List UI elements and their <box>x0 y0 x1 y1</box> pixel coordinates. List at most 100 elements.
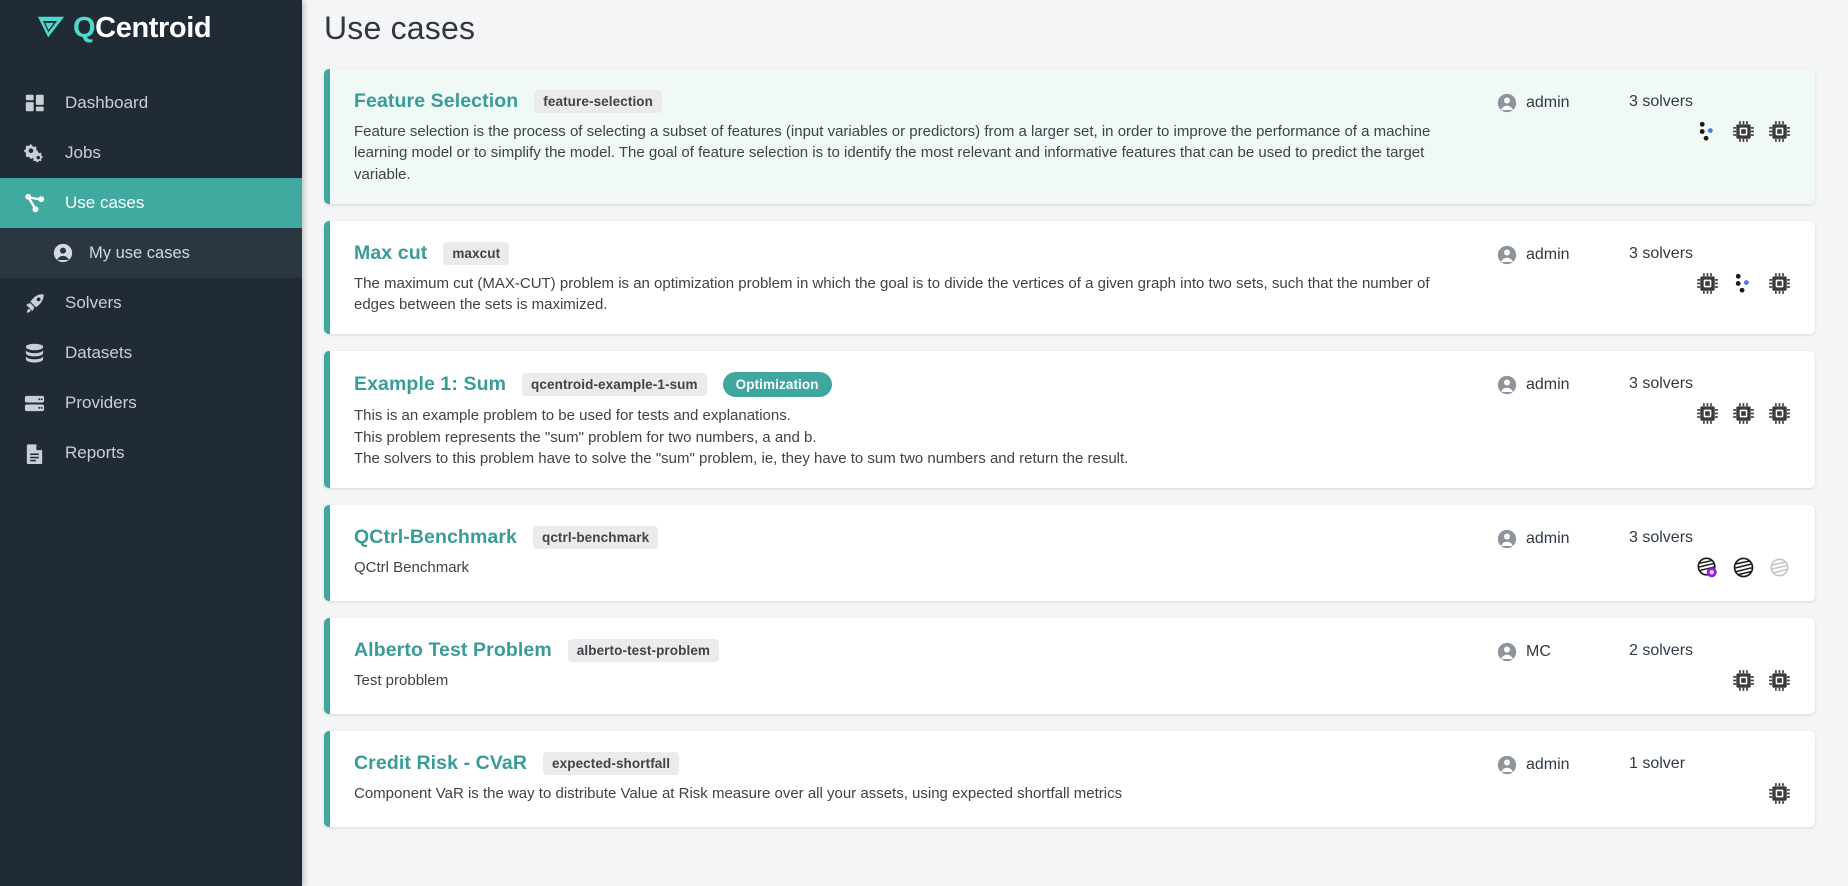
sidebar-item-jobs[interactable]: Jobs <box>0 128 302 178</box>
use-case-card[interactable]: Alberto Test Problem alberto-test-problem… <box>324 618 1815 715</box>
use-case-description: QCtrl Benchmark <box>354 557 1459 578</box>
sidebar-nav: Dashboard Jobs Use cases My use cases So… <box>0 78 302 478</box>
cpu-chip-icon[interactable] <box>1768 272 1791 295</box>
use-case-description-line: Test probblem <box>354 672 449 690</box>
use-case-body: Alberto Test Problem alberto-test-problem… <box>354 639 1497 695</box>
database-icon <box>22 341 47 366</box>
user-circle-icon <box>50 241 75 266</box>
use-case-solvers: 3 solvers <box>1629 528 1797 582</box>
solver-icon-row <box>1629 556 1797 579</box>
use-case-meta: admin 1 solver <box>1497 752 1797 808</box>
cpu-chip-icon[interactable] <box>1768 120 1791 143</box>
sidebar-item-label: Jobs <box>65 143 101 162</box>
use-case-owner-name: admin <box>1526 94 1570 111</box>
use-case-description: The maximum cut (MAX-CUT) problem is an … <box>354 273 1459 316</box>
use-case-solvers: 3 solvers <box>1629 374 1797 469</box>
use-case-type-badge: Optimization <box>722 372 832 398</box>
cpu-chip-icon[interactable] <box>1732 120 1755 143</box>
brand-name-rest: Centroid <box>95 11 212 44</box>
app-root: QCentroid Dashboard Jobs Use cases My us… <box>0 0 1848 886</box>
use-case-header: Example 1: Sum qcentroid-example-1-sum Opt… <box>354 372 1481 398</box>
use-case-title[interactable]: Max cut <box>354 242 427 265</box>
cpu-chip-icon[interactable] <box>1768 402 1791 425</box>
use-case-slug-badge: maxcut <box>443 241 510 265</box>
use-case-card[interactable]: Example 1: Sum qcentroid-example-1-sum Opt… <box>324 351 1815 489</box>
page-title: Use cases <box>324 10 476 46</box>
use-case-card[interactable]: Max cut maxcut The maximum cut (MAX-CUT) p… <box>324 220 1815 335</box>
sidebar-item-use-cases[interactable]: Use cases <box>0 178 302 228</box>
cpu-chip-icon[interactable] <box>1732 669 1755 692</box>
avatar-icon <box>1497 529 1517 549</box>
use-case-title[interactable]: QCtrl-Benchmark <box>354 526 517 549</box>
use-case-title[interactable]: Credit Risk - CVaR <box>354 752 527 775</box>
sidebar-item-dashboard[interactable]: Dashboard <box>0 78 302 128</box>
solver-icon-row <box>1629 669 1797 692</box>
sidebar-item-label: My use cases <box>89 243 190 262</box>
solver-count-label: 1 solver <box>1629 755 1686 773</box>
use-case-slug-badge: qctrl-benchmark <box>532 526 659 550</box>
document-icon <box>22 441 47 466</box>
cpu-chip-icon[interactable] <box>1768 669 1791 692</box>
use-case-owner-name: admin <box>1526 245 1570 263</box>
use-case-body: Example 1: Sum qcentroid-example-1-sum Opt… <box>354 372 1497 469</box>
use-case-meta: admin 3 solvers <box>1497 372 1797 469</box>
sidebar-item-reports[interactable]: Reports <box>0 428 302 478</box>
cpu-chip-icon[interactable] <box>1768 782 1791 805</box>
sidebar-item-label: Providers <box>65 393 137 412</box>
use-case-description-line: The solvers to this problem have to solv… <box>354 450 1129 468</box>
use-case-header: Credit Risk - CVaR expected-shortfall <box>354 752 1481 776</box>
solver-count-label: 2 solvers <box>1629 642 1694 660</box>
cpu-chip-icon[interactable] <box>1732 402 1755 425</box>
use-case-solvers: 1 solver <box>1629 754 1797 808</box>
server-icon <box>22 391 47 416</box>
brand-logo[interactable]: QCentroid <box>0 0 302 56</box>
cpu-chip-icon[interactable] <box>1696 402 1719 425</box>
use-case-header: Max cut maxcut <box>354 241 1481 265</box>
dwave-dots-icon[interactable] <box>1696 120 1719 143</box>
use-case-title[interactable]: Example 1: Sum <box>354 373 506 396</box>
use-case-slug-badge: expected-shortfall <box>543 752 680 776</box>
ibm-globe-muted-icon[interactable] <box>1768 556 1791 579</box>
use-case-title[interactable]: Alberto Test Problem <box>354 639 552 662</box>
solver-count-label: 3 solvers <box>1629 244 1694 262</box>
solver-icon-row <box>1629 120 1797 143</box>
solver-icon-row <box>1629 782 1797 805</box>
sidebar-item-my-use-cases[interactable]: My use cases <box>0 228 302 278</box>
sidebar-item-solvers[interactable]: Solvers <box>0 278 302 328</box>
use-case-owner: admin <box>1497 754 1629 808</box>
grid-icon <box>22 91 47 116</box>
cpu-chip-icon[interactable] <box>1696 272 1719 295</box>
use-case-description: Component VaR is the way to distribute V… <box>354 783 1459 804</box>
brand-name: QCentroid <box>73 11 212 44</box>
solver-icon-row <box>1629 272 1797 295</box>
avatar-icon <box>1497 642 1517 662</box>
ibm-globe-icon[interactable] <box>1732 556 1755 579</box>
share-nodes-icon <box>22 191 47 216</box>
rocket-icon <box>22 291 47 316</box>
dwave-dots-icon[interactable] <box>1732 272 1755 295</box>
use-case-description-line: Component VaR is the way to distribute V… <box>354 785 1123 803</box>
use-case-slug-badge: feature-selection <box>534 90 662 113</box>
gears-icon <box>22 141 47 166</box>
avatar-icon <box>1497 93 1517 113</box>
use-case-owner: admin <box>1497 244 1629 316</box>
use-case-title[interactable]: Feature Selection <box>354 90 518 113</box>
use-case-owner-name: admin <box>1526 376 1570 394</box>
use-case-card[interactable]: QCtrl-Benchmark qctrl-benchmark QCtrl Benc… <box>324 505 1815 602</box>
sidebar-item-datasets[interactable]: Datasets <box>0 328 302 378</box>
use-case-owner-name: MC <box>1526 643 1551 661</box>
use-case-card[interactable]: Credit Risk - CVaR expected-shortfall Comp… <box>324 731 1815 828</box>
ibm-globe-active-icon[interactable] <box>1696 556 1719 579</box>
use-case-solvers: 2 solvers <box>1629 641 1797 695</box>
avatar-icon <box>1497 245 1517 265</box>
use-case-solvers: 3 solvers <box>1629 244 1797 316</box>
use-case-owner: admin <box>1497 92 1629 185</box>
use-case-description: Feature selection is the process of sele… <box>354 121 1459 185</box>
sidebar-item-providers[interactable]: Providers <box>0 378 302 428</box>
use-case-description: Test probblem <box>354 670 1459 691</box>
use-case-slug-badge: qcentroid-example-1-sum <box>522 373 707 397</box>
use-case-meta: admin 3 solvers <box>1497 526 1797 582</box>
qcentroid-arrow-logo-icon <box>37 16 65 38</box>
use-case-card[interactable]: Feature Selection feature-selection Featur… <box>324 69 1815 204</box>
use-case-body: QCtrl-Benchmark qctrl-benchmark QCtrl Benc… <box>354 526 1497 582</box>
